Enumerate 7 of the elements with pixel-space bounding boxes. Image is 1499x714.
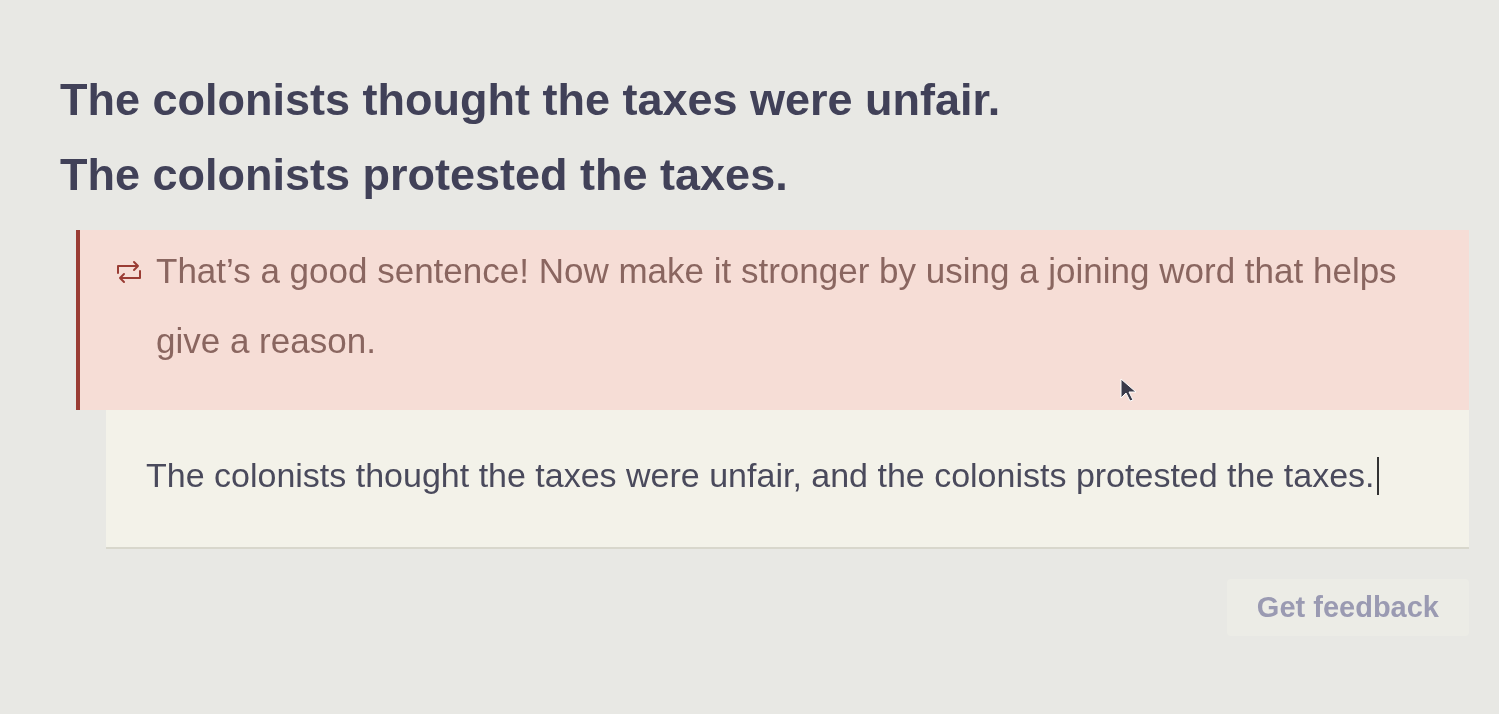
feedback-message: That’s a good sentence! Now make it stronger by using a joining word that helps give a reason. <box>156 250 1398 362</box>
answer-field[interactable]: The colonists thought the taxes were unfair, and the colonists protested the taxes. <box>106 410 1469 549</box>
mouse-pointer-icon <box>1120 378 1138 402</box>
prompt-sentence: The colonists protested the taxes. <box>60 148 788 202</box>
repeat-arrows-icon <box>116 260 142 284</box>
text-cursor-icon <box>1376 456 1379 495</box>
prompt-sentence: The colonists thought the taxes were unfair. <box>60 73 1001 127</box>
